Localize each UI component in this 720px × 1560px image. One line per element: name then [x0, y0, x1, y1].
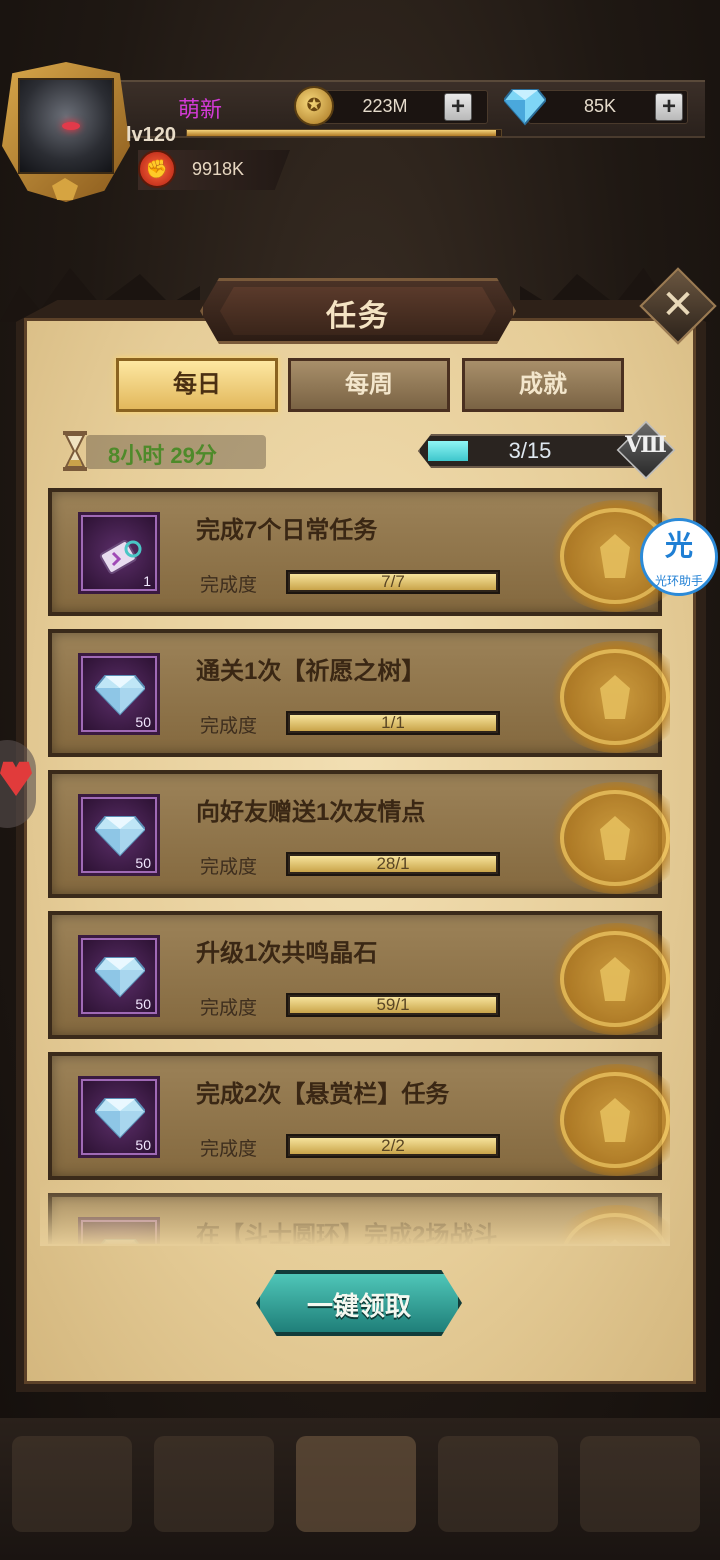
tier-progress-text: 3/15: [508, 438, 552, 463]
task-title: 向好友赠送1次友情点: [196, 799, 426, 826]
gem-value: 85K: [583, 96, 617, 116]
reward-quantity: 50: [135, 996, 151, 1012]
completed-seal-icon[interactable]: [546, 641, 670, 753]
reward-quantity: 50: [135, 1137, 151, 1153]
task-card[interactable]: 50 完成2次【悬赏栏】任务完成度 2/2: [48, 1052, 670, 1180]
nav-slot[interactable]: [154, 1436, 274, 1532]
task-progress-bar: 2/2: [286, 1134, 500, 1158]
task-progress-bar: 7/7: [286, 570, 500, 594]
fist-icon: ✊: [138, 150, 176, 188]
reset-timer: 8小时 29分: [108, 443, 217, 468]
tab-achievements[interactable]: 成就: [462, 358, 624, 412]
task-progress-text: 2/2: [381, 1136, 405, 1155]
task-progress-label: 完成度: [200, 1139, 258, 1160]
task-title: 通关1次【祈愿之树】: [196, 658, 426, 685]
reward-quantity: 50: [135, 714, 151, 730]
task-list[interactable]: 1 完成7个日常任务 完成度 7/7 50 通关1次【祈愿之树】 完成度 1/1 50 向好友赠送…: [40, 488, 670, 1244]
tier-rank: Ⅷ: [625, 432, 667, 458]
nav-slot[interactable]: [580, 1436, 700, 1532]
nav-slot[interactable]: [12, 1436, 132, 1532]
task-title: 完成2次【悬赏栏】任务: [196, 1081, 450, 1108]
helper-badge-glyph: 光: [664, 530, 693, 561]
xp-bar-fill: [187, 130, 496, 136]
diamond-icon[interactable]: 50: [78, 1076, 160, 1158]
diamond-icon[interactable]: 50: [78, 653, 160, 735]
list-fade: [40, 1180, 670, 1246]
task-progress-label: 完成度: [200, 716, 258, 737]
task-progress-text: 59/1: [376, 995, 410, 1014]
hourglass-icon: [62, 430, 88, 472]
tab-daily[interactable]: 每日: [116, 358, 278, 412]
task-progress-label: 完成度: [200, 998, 258, 1019]
diamond-icon[interactable]: 50: [78, 935, 160, 1017]
task-card[interactable]: 50 向好友赠送1次友情点完成度 28/1: [48, 770, 670, 898]
task-card[interactable]: 50 通关1次【祈愿之树】完成度 1/1: [48, 629, 670, 757]
close-icon[interactable]: ✕: [650, 278, 706, 334]
diamond-icon[interactable]: 50: [78, 794, 160, 876]
power-value: 9918K: [192, 159, 245, 179]
completed-seal-icon[interactable]: [546, 782, 670, 894]
task-progress-bar: 28/1: [286, 852, 500, 876]
reward-quantity: 50: [135, 855, 151, 871]
coin-icon: ✪: [294, 86, 334, 126]
add-gems-button[interactable]: +: [655, 93, 683, 121]
scroll-icon[interactable]: 1: [78, 512, 160, 594]
claim-all-label[interactable]: 一键领取: [256, 1286, 462, 1323]
task-progress-text: 28/1: [376, 854, 410, 873]
task-progress-bar: 1/1: [286, 711, 500, 735]
completed-seal-icon[interactable]: [546, 1064, 670, 1176]
task-progress-label: 完成度: [200, 857, 258, 878]
nav-slot[interactable]: [438, 1436, 558, 1532]
task-progress-text: 7/7: [381, 572, 405, 591]
diamond-icon: [502, 86, 548, 126]
task-card[interactable]: 1 完成7个日常任务完成度 7/7: [48, 488, 670, 616]
page-title: 任务: [326, 300, 390, 333]
helper-badge-label: 光环助手: [654, 574, 703, 588]
completed-seal-icon[interactable]: [546, 923, 670, 1035]
player-name: 萌新: [177, 97, 222, 122]
player-level: lv120: [126, 124, 177, 146]
nav-slot[interactable]: [296, 1436, 416, 1532]
task-progress-text: 1/1: [381, 713, 405, 732]
coin-value: 223M: [362, 96, 408, 116]
task-card[interactable]: 50 升级1次共鸣晶石完成度 59/1: [48, 911, 670, 1039]
tier-progress-fill: [428, 441, 468, 461]
task-title: 升级1次共鸣晶石: [196, 940, 378, 967]
reward-quantity: 1: [143, 573, 151, 589]
task-title: 完成7个日常任务: [196, 517, 378, 544]
avatar-eye: [62, 122, 80, 130]
add-coins-button[interactable]: +: [444, 93, 472, 121]
task-progress-bar: 59/1: [286, 993, 500, 1017]
tab-weekly[interactable]: 每周: [288, 358, 450, 412]
task-progress-label: 完成度: [200, 575, 258, 596]
